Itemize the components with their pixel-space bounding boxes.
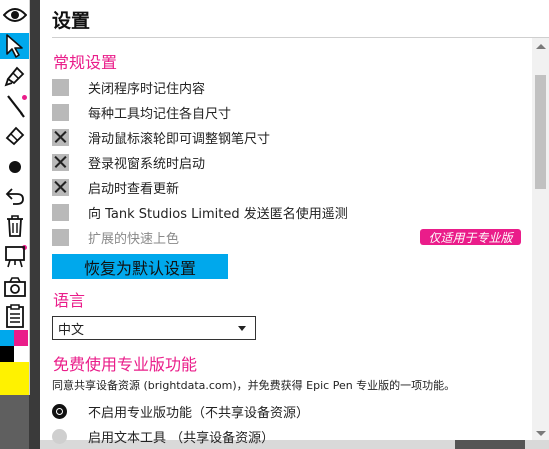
option-send-telemetry[interactable]: 向 Tank Studios Limited 发送匿名使用遥测 [52,202,348,222]
general-settings-heading: 常规设置 [53,53,118,72]
radio-disable-pro[interactable]: 不启用专业版功能（不共享设备资源） [52,401,309,421]
language-selected-value: 中文 [58,322,85,338]
vertical-scrollbar[interactable] [532,38,549,440]
option-label: 扩展的快速上色 [88,231,180,247]
checkbox[interactable] [52,128,69,146]
option-label: 滑动鼠标滚轮即可调整钢笔尺寸 [88,131,271,147]
option-check-updates[interactable]: 启动时查看更新 [52,177,179,197]
language-heading: 语言 [53,291,86,310]
trash-icon[interactable] [0,213,29,239]
scroll-down-icon[interactable] [536,431,546,436]
checkbox[interactable] [52,78,69,96]
color-swatch-yellow[interactable] [0,362,29,395]
color-swatch-white[interactable] [14,346,28,362]
radio-label: 启用文本工具 （共享设备资源） [88,430,275,446]
option-label: 关闭程序时记住内容 [88,81,206,97]
cursor-icon[interactable] [0,33,29,59]
checkbox[interactable] [52,178,69,196]
reset-defaults-button[interactable]: 恢复为默认设置 [52,254,228,279]
whiteboard-icon[interactable] [0,244,29,270]
camera-icon[interactable] [0,274,29,300]
title-divider [52,37,549,38]
settings-panel: 设置 常规设置 关闭程序时记住内容 每种工具均记住各自尺寸 滑动鼠标滚轮即可调整… [40,0,549,446]
option-remember-tool-size[interactable]: 每种工具均记住各自尺寸 [52,102,231,122]
highlighter-icon[interactable] [0,63,29,89]
option-remember-content[interactable]: 关闭程序时记住内容 [52,77,205,97]
color-swatch-magenta[interactable] [14,330,28,346]
option-label: 启动时查看更新 [88,181,180,197]
color-swatch-cyan[interactable] [0,330,14,346]
undo-icon[interactable] [0,183,29,209]
option-launch-on-login[interactable]: 登录视窗系统时启动 [52,152,205,172]
checkbox [52,228,69,246]
pro-features-description: 同意共享设备资源 (brightdata.com)，并免费获得 Epic Pen… [52,379,456,392]
checkbox[interactable] [52,103,69,121]
option-extended-quick-color: 扩展的快速上色 [52,227,179,247]
pen-icon[interactable] [0,93,29,119]
page-title: 设置 [52,10,91,32]
checkbox[interactable] [52,203,69,221]
scroll-thumb[interactable] [535,75,546,189]
radio-button[interactable] [52,403,67,419]
scroll-up-icon[interactable] [536,44,546,49]
language-select[interactable]: 中文 [52,316,256,340]
color-palette [0,330,29,395]
color-swatch-black[interactable] [0,346,14,362]
pro-only-badge[interactable]: 仅适用于专业版 [420,229,521,245]
option-label: 每种工具均记住各自尺寸 [88,106,232,122]
radio-enable-text-tool[interactable]: 启用文本工具 （共享设备资源） [52,426,274,446]
clipboard-icon[interactable] [0,303,29,329]
epic-pen-toolbar [0,0,30,395]
option-label: 向 Tank Studios Limited 发送匿名使用遥测 [88,206,348,222]
dot-icon[interactable] [0,154,29,180]
checkbox[interactable] [52,153,69,171]
eraser-icon[interactable] [0,123,29,149]
eye-icon[interactable] [0,2,29,28]
pro-features-heading: 免费使用专业版功能 [53,355,198,374]
option-label: 登录视窗系统时启动 [88,156,206,172]
radio-button[interactable] [52,428,67,444]
option-scroll-pen-size[interactable]: 滑动鼠标滚轮即可调整钢笔尺寸 [52,127,270,147]
radio-label: 不启用专业版功能（不共享设备资源） [88,405,310,421]
chevron-down-icon [238,326,246,331]
